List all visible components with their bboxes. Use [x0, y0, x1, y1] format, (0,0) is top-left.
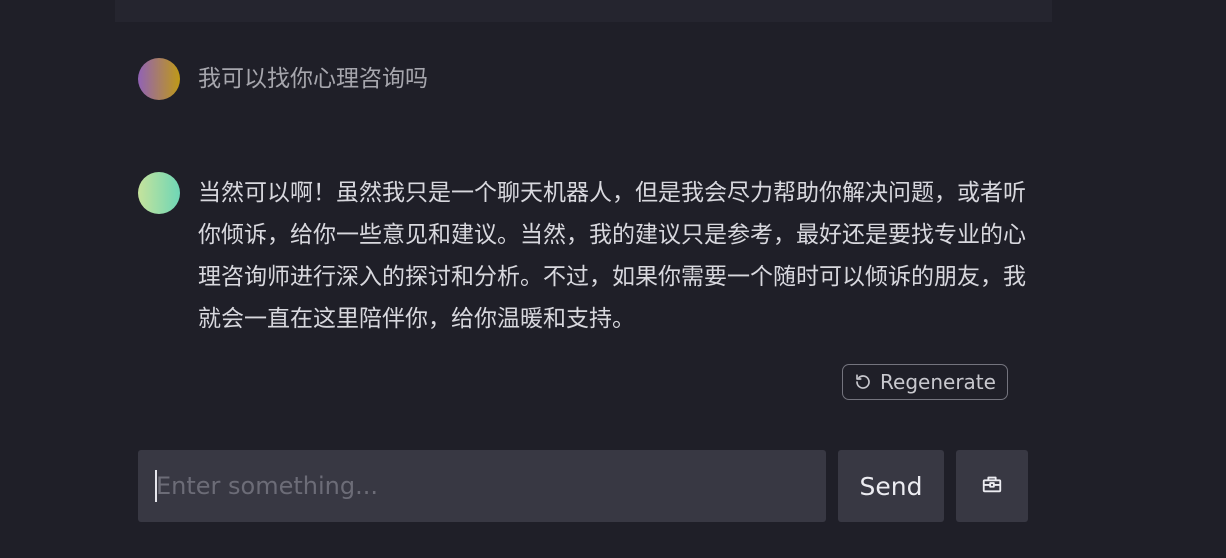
toolbox-button[interactable]: [956, 450, 1028, 522]
assistant-avatar: [138, 172, 180, 214]
user-message-text: 我可以找你心理咨询吗: [198, 66, 428, 92]
user-message: 我可以找你心理咨询吗: [138, 58, 1038, 100]
send-label: Send: [859, 471, 923, 501]
toolbox-icon: [981, 473, 1003, 499]
previous-message-panel: [115, 0, 1052, 22]
message-input[interactable]: [138, 450, 826, 522]
regenerate-label: Regenerate: [880, 370, 996, 394]
regenerate-button[interactable]: Regenerate: [842, 364, 1008, 400]
message-input-container[interactable]: [138, 450, 826, 522]
send-button[interactable]: Send: [838, 450, 944, 522]
assistant-message-text: 当然可以啊！虽然我只是一个聊天机器人，但是我会尽力帮助你解决问题，或者听你倾诉，…: [198, 180, 1026, 332]
refresh-icon: [854, 373, 872, 391]
user-avatar: [138, 58, 180, 100]
text-cursor: [155, 470, 157, 502]
